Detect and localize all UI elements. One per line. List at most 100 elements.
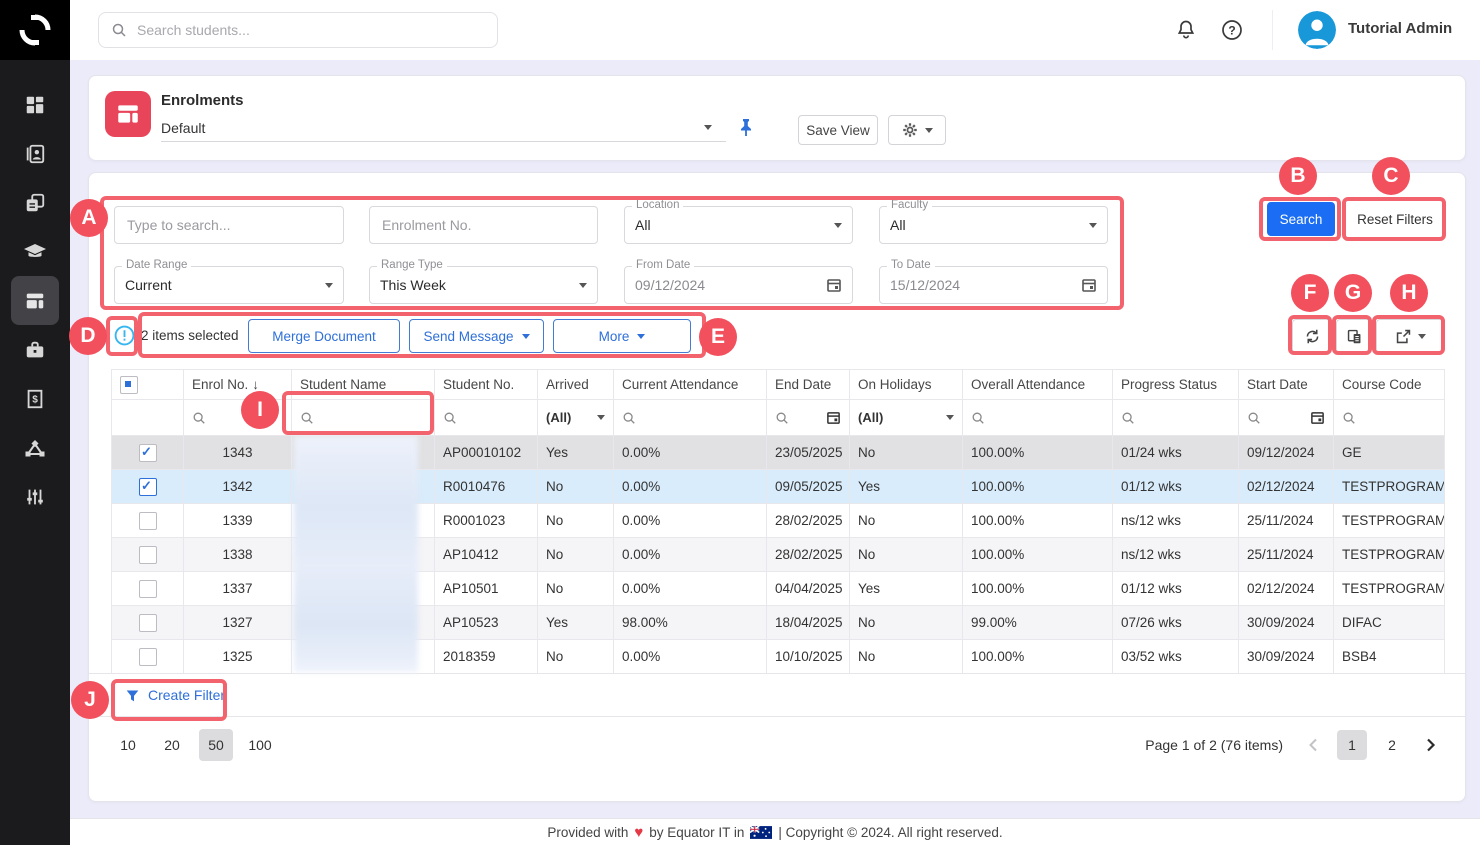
filter-student-name[interactable] xyxy=(292,400,435,436)
type-to-search-input[interactable] xyxy=(125,216,333,234)
user-name[interactable]: Tutorial Admin xyxy=(1348,20,1452,37)
create-filter-button[interactable]: Create Filter xyxy=(125,687,225,703)
location-select[interactable]: Location All xyxy=(624,206,853,244)
col-progress-status[interactable]: Progress Status xyxy=(1113,370,1239,400)
row-checkbox[interactable] xyxy=(139,546,157,564)
col-arrived[interactable]: Arrived xyxy=(538,370,614,400)
col-current-attendance[interactable]: Current Attendance xyxy=(614,370,767,400)
filter-on-holidays[interactable]: (All) xyxy=(850,400,963,436)
page-size-10[interactable]: 10 xyxy=(111,729,145,761)
row-checkbox[interactable] xyxy=(139,478,157,496)
page-size-20[interactable]: 20 xyxy=(155,729,189,761)
faculty-select[interactable]: Faculty All xyxy=(879,206,1108,244)
export-button[interactable] xyxy=(1376,319,1444,353)
page-size-50[interactable]: 50 xyxy=(199,729,233,761)
select-all-header[interactable] xyxy=(112,370,184,400)
page-size-100[interactable]: 100 xyxy=(243,729,277,761)
calendar-icon xyxy=(826,410,841,425)
more-label: More xyxy=(599,329,630,344)
row-checkbox[interactable] xyxy=(139,614,157,632)
sidebar-item-jobs[interactable] xyxy=(11,325,59,374)
user-avatar[interactable] xyxy=(1298,11,1336,49)
date-range-select[interactable]: Date Range Current xyxy=(114,266,344,304)
row-checkbox[interactable] xyxy=(139,580,157,598)
footer-text-2: by Equator IT in xyxy=(649,825,744,840)
col-enrol-no[interactable]: Enrol No.↓ xyxy=(184,370,292,400)
annotation-label-b: B xyxy=(1279,157,1317,195)
previous-page-icon[interactable] xyxy=(1305,736,1323,754)
search-icon xyxy=(111,22,127,38)
app-root: $ xyxy=(0,0,1480,845)
select-all-checkbox[interactable] xyxy=(120,376,138,394)
sliders-icon xyxy=(24,486,46,508)
page-number-1[interactable]: 1 xyxy=(1337,730,1367,760)
sidebar-item-preferences[interactable] xyxy=(11,472,59,521)
col-student-no[interactable]: Student No. xyxy=(435,370,538,400)
app-logo[interactable] xyxy=(0,0,70,60)
date-range-value: Current xyxy=(125,277,325,293)
filter-end-date[interactable] xyxy=(767,400,850,436)
enrolment-no-input[interactable] xyxy=(380,216,587,234)
column-chooser-button[interactable] xyxy=(1336,319,1372,353)
col-student-name[interactable]: Student Name xyxy=(292,370,435,400)
filter-progress-status[interactable] xyxy=(1113,400,1239,436)
view-settings-button[interactable] xyxy=(888,115,946,145)
chevron-down-icon xyxy=(704,125,712,130)
range-type-select[interactable]: Range Type This Week xyxy=(369,266,598,304)
col-on-holidays[interactable]: On Holidays xyxy=(850,370,963,400)
sidebar-item-network[interactable] xyxy=(11,423,59,472)
sidebar-item-students[interactable] xyxy=(11,129,59,178)
refresh-button[interactable] xyxy=(1292,319,1332,353)
chevron-down-icon xyxy=(1089,223,1097,228)
row-checkbox[interactable] xyxy=(139,512,157,530)
help-icon[interactable]: ? xyxy=(1220,18,1244,42)
search-icon xyxy=(1342,411,1356,425)
enrolment-no-field[interactable] xyxy=(369,206,598,244)
from-date-field[interactable]: From Date 09/12/2024 xyxy=(624,266,853,304)
filter-course-code[interactable] xyxy=(1334,400,1445,436)
type-to-search-field[interactable] xyxy=(114,206,344,244)
annotation-label-h: H xyxy=(1390,274,1428,312)
col-course-code[interactable]: Course Code xyxy=(1334,370,1445,400)
reset-filters-button[interactable]: Reset Filters xyxy=(1349,202,1441,236)
to-date-field[interactable]: To Date 15/12/2024 xyxy=(879,266,1108,304)
search-button[interactable]: Search xyxy=(1267,202,1335,236)
col-start-date[interactable]: Start Date xyxy=(1239,370,1334,400)
sidebar-item-enrolments[interactable] xyxy=(11,276,59,325)
row-checkbox[interactable] xyxy=(139,444,157,462)
col-end-date[interactable]: End Date xyxy=(767,370,850,400)
row-checkbox[interactable] xyxy=(139,648,157,666)
selected-count: 2 items selected xyxy=(141,319,239,353)
svg-text:?: ? xyxy=(1228,24,1235,38)
heart-icon: ♥ xyxy=(634,824,643,841)
range-type-value: This Week xyxy=(380,277,579,293)
notifications-bell-icon[interactable] xyxy=(1174,18,1198,42)
view-name: Default xyxy=(161,120,205,136)
search-icon xyxy=(192,411,206,425)
filter-start-date[interactable] xyxy=(1239,400,1334,436)
pin-icon[interactable] xyxy=(737,117,755,137)
sidebar-item-documents[interactable] xyxy=(11,178,59,227)
filter-overall-attendance[interactable] xyxy=(963,400,1113,436)
filter-current-attendance[interactable] xyxy=(614,400,767,436)
sidebar-item-dashboard[interactable] xyxy=(11,80,59,129)
save-view-label: Save View xyxy=(806,123,870,138)
page-number-2[interactable]: 2 xyxy=(1377,730,1407,760)
send-message-button[interactable]: Send Message xyxy=(409,319,544,353)
student-search-box[interactable] xyxy=(98,12,498,48)
next-page-icon[interactable] xyxy=(1421,736,1439,754)
merge-document-button[interactable]: Merge Document xyxy=(248,319,400,353)
avatar-person-icon xyxy=(1298,11,1336,49)
student-search-input[interactable] xyxy=(135,21,485,39)
footer: Provided with ♥ by Equator IT in | Copyr… xyxy=(70,818,1480,845)
filter-student-no[interactable] xyxy=(435,400,538,436)
more-button[interactable]: More xyxy=(553,319,691,353)
save-view-button[interactable]: Save View xyxy=(798,115,878,145)
sidebar-item-academics[interactable] xyxy=(11,227,59,276)
topbar-divider xyxy=(1272,10,1273,50)
filter-arrived[interactable]: (All) xyxy=(538,400,614,436)
view-selector[interactable]: Default xyxy=(161,114,726,142)
dashboard-icon xyxy=(24,94,46,116)
col-overall-attendance[interactable]: Overall Attendance xyxy=(963,370,1113,400)
sidebar-item-finance[interactable]: $ xyxy=(11,374,59,423)
